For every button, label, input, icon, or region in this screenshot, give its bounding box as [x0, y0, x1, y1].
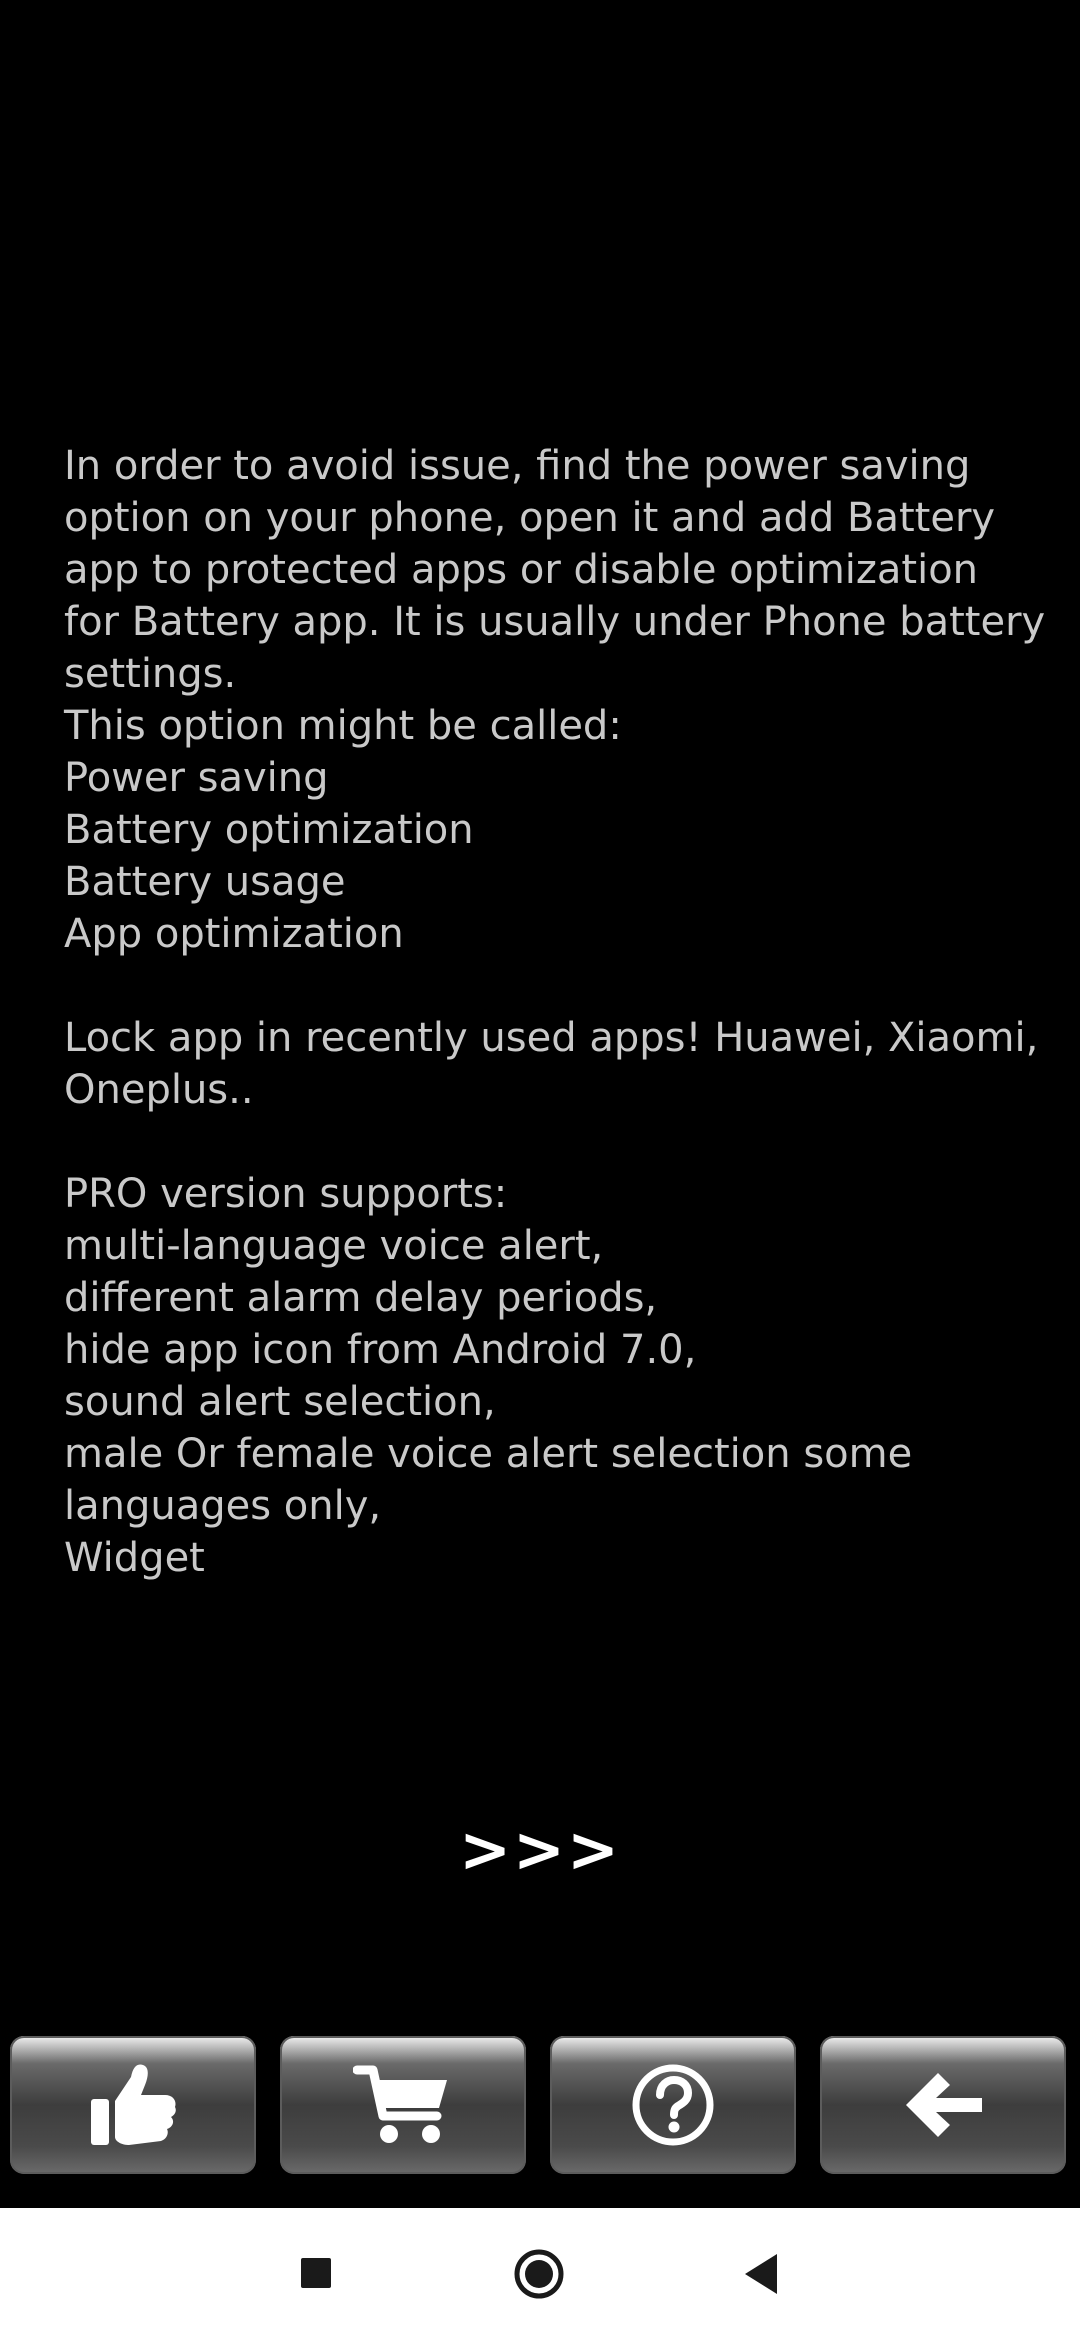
info-line: languages only,	[64, 1483, 382, 1529]
question-icon	[632, 2064, 714, 2146]
info-line: sound alert selection,	[64, 1379, 496, 1425]
app-screen: In order to avoid issue, find the power …	[0, 0, 1080, 2208]
info-line: different alarm delay periods,	[64, 1275, 658, 1321]
info-line: Battery usage	[64, 859, 346, 905]
nav-home-button[interactable]	[503, 2238, 575, 2310]
info-line: Lock app in recently used apps! Huawei, …	[64, 1015, 1039, 1061]
info-line: multi-language voice alert,	[64, 1223, 604, 1269]
info-spacer	[64, 1116, 1024, 1168]
info-line: PRO version supports:	[64, 1171, 508, 1217]
nav-recents-button[interactable]	[279, 2238, 351, 2310]
info-line: male Or female voice alert selection som…	[64, 1431, 913, 1477]
info-line: hide app icon from Android 7.0,	[64, 1327, 697, 1373]
triangle-back-icon	[745, 2254, 777, 2294]
system-navigation-bar	[0, 2208, 1080, 2340]
cart-button[interactable]	[280, 2036, 526, 2174]
info-line: This option might be called:	[64, 703, 622, 749]
like-button[interactable]	[10, 2036, 256, 2174]
info-line: App optimization	[64, 911, 404, 957]
square-icon	[301, 2258, 331, 2288]
help-button[interactable]	[550, 2036, 796, 2174]
cart-icon	[353, 2065, 447, 2143]
bottom-toolbar	[0, 2032, 1080, 2180]
info-line: option on your phone, open it and add Ba…	[64, 495, 996, 541]
info-text-block: In order to avoid issue, find the power …	[64, 440, 1046, 1584]
info-line: Battery optimization	[64, 807, 474, 853]
info-line: Widget	[64, 1535, 205, 1581]
arrow-left-icon	[906, 2073, 982, 2137]
thumbs-up-icon	[91, 2064, 176, 2145]
next-button[interactable]: >>>	[440, 1800, 640, 1900]
circle-icon	[514, 2249, 564, 2299]
info-line: Oneplus..	[64, 1067, 254, 1113]
info-spacer	[64, 960, 1024, 1012]
info-line: app to protected apps or disable optimiz…	[64, 547, 979, 593]
info-line: Power saving	[64, 755, 329, 801]
nav-back-button[interactable]	[727, 2238, 799, 2310]
info-line: In order to avoid issue, find the power …	[64, 443, 971, 489]
info-line: settings.	[64, 651, 237, 697]
back-arrow-button[interactable]	[820, 2036, 1066, 2174]
info-line: for Battery app. It is usually under Pho…	[64, 599, 1046, 645]
